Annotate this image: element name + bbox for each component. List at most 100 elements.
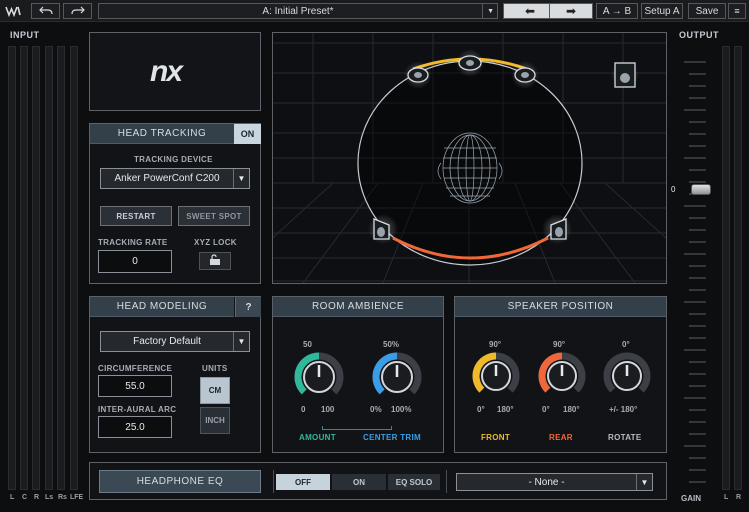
input-channel-label: R (34, 494, 40, 501)
nx-logo-panel: nx (89, 32, 261, 111)
center-trim-knob[interactable] (370, 350, 424, 404)
redo-icon (70, 5, 85, 18)
input-label: INPUT (10, 30, 40, 40)
interaural-arc-field[interactable]: 25.0 (98, 416, 172, 438)
top-toolbar: A: Initial Preset* ▼ ⬅ ➡ A → B Setup A S… (0, 0, 749, 22)
xyz-lock-button[interactable] (199, 252, 231, 270)
center-trim-max: 100% (391, 405, 412, 414)
head-modeling-panel: HEAD MODELING ? Factory Default ▼ CIRCUM… (89, 296, 261, 453)
circumference-label: CIRCUMFERENCE (98, 364, 173, 373)
preset-divider (482, 4, 483, 18)
headphone-eq-title[interactable]: HEADPHONE EQ (99, 470, 261, 493)
amount-knob[interactable] (292, 350, 346, 404)
front-max: 180° (497, 405, 514, 414)
arrow-right-icon: ➡ (565, 4, 577, 18)
tracking-rate-label: TRACKING RATE (98, 238, 168, 247)
unit-cm-button[interactable]: CM (200, 377, 230, 404)
waves-logo-icon (5, 4, 21, 18)
redo-button[interactable] (63, 3, 92, 19)
center-trim-label: CENTER TRIM (363, 433, 421, 442)
input-channel-label: C (22, 494, 28, 501)
rotate-knob[interactable] (601, 350, 653, 402)
preset-name: A: Initial Preset* (262, 5, 334, 17)
rear-min: 0° (542, 405, 550, 414)
setup-ab-button[interactable]: Setup A (641, 3, 683, 19)
eq-on-button[interactable]: ON (332, 474, 386, 490)
rear-value: 90° (553, 340, 566, 349)
speaker-3d-view[interactable] (222, 32, 717, 284)
tracking-device-value: Anker PowerConf C200 (114, 173, 220, 184)
headphone-eq-panel: HEADPHONE EQ OFF ON EQ SOLO - None - ▼ (89, 462, 667, 500)
tracking-rate-field[interactable]: 0 (98, 250, 172, 273)
tracking-device-dropdown[interactable]: Anker PowerConf C200 ▼ (100, 168, 250, 189)
input-meter-lfe (70, 46, 78, 490)
head-tracking-panel: HEAD TRACKING ON TRACKING DEVICE Anker P… (89, 123, 261, 284)
rear-knob[interactable] (536, 350, 588, 402)
input-channel-label: Ls (45, 494, 54, 501)
front-value: 90° (489, 340, 502, 349)
chevron-down-icon: ▼ (487, 7, 494, 15)
sweet-spot-button[interactable]: SWEET SPOT (178, 206, 250, 226)
rotate-value: 0° (622, 340, 630, 349)
amount-value: 50 (303, 340, 312, 349)
head-tracking-toggle[interactable]: ON (234, 124, 261, 144)
save-label: Save (695, 5, 719, 17)
input-meter-ls (45, 46, 53, 490)
input-channel-label: L (10, 494, 15, 501)
speaker-position-panel: SPEAKER POSITION 90° 0° 180° FRONT 90° 0… (454, 296, 667, 453)
front-label: FRONT (481, 433, 511, 442)
room-ambience-panel: ROOM AMBIENCE 50 0 100 AMOUNT 50% 0% 100… (272, 296, 444, 453)
next-preset-button[interactable]: ➡ (549, 3, 593, 19)
a-to-b-label: A → B (602, 5, 632, 17)
restart-button[interactable]: RESTART (100, 206, 172, 226)
speaker-position-title: SPEAKER POSITION (455, 297, 666, 317)
xyz-lock-label: XYZ LOCK (194, 238, 237, 247)
eq-solo-button[interactable]: EQ SOLO (388, 474, 440, 490)
center-trim-value: 50% (383, 340, 400, 349)
headphone-model-value: - None - (528, 476, 565, 488)
eq-divider (273, 470, 274, 493)
amount-label: AMOUNT (299, 433, 336, 442)
output-channel-label: R (736, 494, 742, 501)
setup-label: Setup A (644, 5, 680, 17)
room-ambience-title: ROOM AMBIENCE (273, 297, 443, 317)
undo-button[interactable] (31, 3, 60, 19)
gain-fader-handle[interactable] (691, 184, 711, 195)
eq-divider (446, 470, 447, 493)
nx-plugin-window: A: Initial Preset* ▼ ⬅ ➡ A → B Setup A S… (0, 0, 749, 512)
menu-icon: ≡ (734, 6, 740, 16)
output-meter-l (722, 46, 730, 490)
rotate-label: ROTATE (608, 433, 642, 442)
front-min: 0° (477, 405, 485, 414)
input-meter-l (8, 46, 16, 490)
nx-logo: nx (150, 55, 183, 88)
headphone-model-dropdown[interactable]: - None - ▼ (456, 473, 653, 491)
center-trim-min: 0% (370, 405, 382, 414)
rear-max: 180° (563, 405, 580, 414)
arrow-left-icon: ⬅ (524, 4, 536, 18)
input-channel-label: LFE (70, 494, 84, 501)
amount-min: 0 (301, 405, 306, 414)
undo-icon (38, 5, 53, 18)
a-to-b-button[interactable]: A → B (596, 3, 638, 19)
preset-selector[interactable]: A: Initial Preset* ▼ (98, 3, 498, 19)
front-knob[interactable] (470, 350, 522, 402)
output-meter-r (734, 46, 742, 490)
ambience-link-bracket (322, 426, 392, 430)
input-meter-c (20, 46, 28, 490)
head-model-value: Factory Default (133, 336, 201, 347)
input-channel-label: Rs (58, 494, 67, 501)
head-model-dropdown[interactable]: Factory Default ▼ (100, 331, 250, 352)
eq-off-button[interactable]: OFF (276, 474, 330, 490)
rear-label: REAR (549, 433, 573, 442)
output-channel-label: L (724, 494, 729, 501)
rotate-range: +/- 180° (609, 405, 638, 414)
chevron-down-icon: ▼ (636, 474, 652, 490)
help-button[interactable]: ? (235, 297, 261, 317)
circumference-field[interactable]: 55.0 (98, 375, 172, 397)
unit-inch-button[interactable]: INCH (200, 407, 230, 434)
save-button[interactable]: Save (688, 3, 726, 19)
output-label: OUTPUT (679, 30, 719, 40)
speaker-scene-graphic (222, 33, 717, 284)
menu-button[interactable]: ≡ (728, 3, 746, 19)
